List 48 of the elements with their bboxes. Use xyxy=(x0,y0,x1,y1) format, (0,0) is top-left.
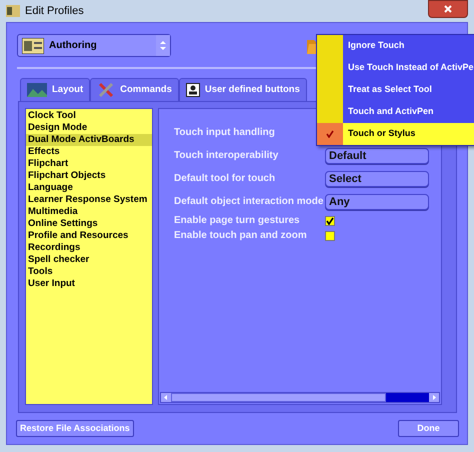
checkbox[interactable] xyxy=(325,216,335,226)
scroll-right-icon[interactable] xyxy=(429,393,439,402)
checkbox[interactable] xyxy=(325,230,335,240)
category-item[interactable]: Dual Mode ActivBoards xyxy=(26,134,152,146)
profile-card-icon xyxy=(22,38,44,54)
category-item[interactable]: Design Mode xyxy=(26,122,152,134)
horizontal-scrollbar[interactable] xyxy=(160,392,440,403)
landscape-icon xyxy=(27,83,47,97)
setting-label: Enable touch pan and zoom xyxy=(174,229,308,243)
category-item[interactable]: Multimedia xyxy=(26,206,152,218)
profile-dropdown[interactable]: Authoring xyxy=(17,34,171,57)
setting-label: Touch interoperability xyxy=(174,149,280,163)
menu-item[interactable]: Touch and ActivPen xyxy=(317,101,474,123)
category-item[interactable]: Effects xyxy=(26,146,152,158)
dropdown-field[interactable]: Default xyxy=(325,148,429,164)
dropdown-field[interactable]: Any xyxy=(325,194,429,210)
scroll-left-icon[interactable] xyxy=(161,393,171,402)
category-item[interactable]: Language xyxy=(26,182,152,194)
menu-item[interactable]: Treat as Select Tool xyxy=(317,79,474,101)
spinner-arrows-icon xyxy=(156,35,170,56)
category-item[interactable]: Spell checker xyxy=(26,254,152,266)
menu-item[interactable]: Ignore Touch xyxy=(317,35,474,57)
dropdown-field[interactable]: Select xyxy=(325,170,429,186)
setting-label: Touch input handling xyxy=(174,126,276,140)
setting-label: Enable page turn gestures xyxy=(174,214,301,228)
setting-label: Default tool for touch xyxy=(174,172,276,186)
category-item[interactable]: User Input xyxy=(26,278,152,290)
close-icon xyxy=(444,5,452,13)
close-button[interactable] xyxy=(428,0,468,18)
category-item[interactable]: Online Settings xyxy=(26,218,152,230)
category-item[interactable]: Flipchart xyxy=(26,158,152,170)
window-title: Edit Profiles xyxy=(25,4,84,19)
category-item[interactable]: Profile and Resources xyxy=(26,230,152,242)
person-icon xyxy=(186,83,200,97)
category-item[interactable]: Learner Response System xyxy=(26,194,152,206)
tab[interactable]: Layout xyxy=(20,78,90,101)
category-item[interactable]: Recordings xyxy=(26,242,152,254)
profile-icon xyxy=(6,5,20,17)
check-icon xyxy=(326,216,334,224)
scroll-thumb[interactable] xyxy=(171,393,386,402)
category-item[interactable]: Clock Tool xyxy=(26,110,152,122)
menu-item[interactable]: Use Touch Instead of ActivPe xyxy=(317,57,474,79)
tab[interactable]: User defined buttons xyxy=(178,78,307,101)
tools-icon xyxy=(97,81,116,99)
menu-item[interactable]: Touch or Stylus xyxy=(317,123,474,145)
category-item[interactable]: Flipchart Objects xyxy=(26,170,152,182)
tab[interactable]: Commands xyxy=(90,78,179,101)
category-item[interactable]: Tools xyxy=(26,266,152,278)
